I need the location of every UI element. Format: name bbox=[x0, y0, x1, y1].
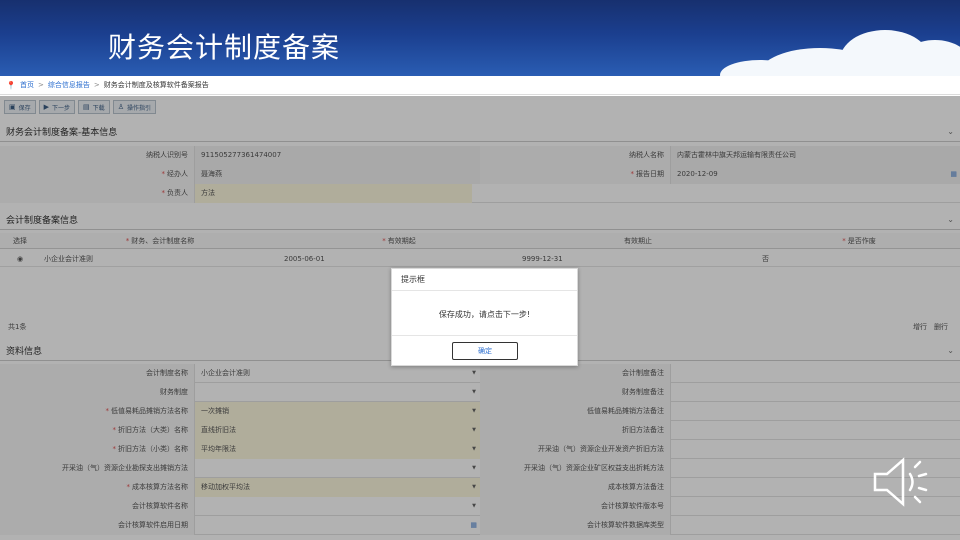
dialog-message: 保存成功，请点击下一步! bbox=[438, 310, 531, 319]
breadcrumb-current: 财务会计制度及核算软件备案报告 bbox=[103, 81, 209, 89]
slide: 财务会计制度备案 📍 首页 > 综合信息报告 > 财务会计制度及核算软件备案报告… bbox=[0, 0, 960, 540]
dialog-title: 提示框 bbox=[392, 269, 577, 291]
dialog-footer: 确定 bbox=[392, 335, 577, 365]
breadcrumb-separator: > bbox=[37, 81, 44, 89]
breadcrumb-level2[interactable]: 综合信息报告 bbox=[48, 80, 90, 90]
speaker-icon[interactable] bbox=[870, 452, 940, 512]
breadcrumb-home[interactable]: 首页 bbox=[20, 80, 34, 90]
breadcrumb: 📍 首页 > 综合信息报告 > 财务会计制度及核算软件备案报告 bbox=[0, 76, 960, 95]
slide-title: 财务会计制度备案 bbox=[108, 31, 341, 64]
title-banner: 财务会计制度备案 bbox=[0, 0, 960, 76]
alert-dialog: 提示框 保存成功，请点击下一步! 确定 bbox=[391, 268, 578, 366]
ok-button[interactable]: 确定 bbox=[452, 342, 518, 360]
breadcrumb-separator: > bbox=[93, 81, 100, 89]
location-pin-icon: 📍 bbox=[6, 80, 16, 90]
